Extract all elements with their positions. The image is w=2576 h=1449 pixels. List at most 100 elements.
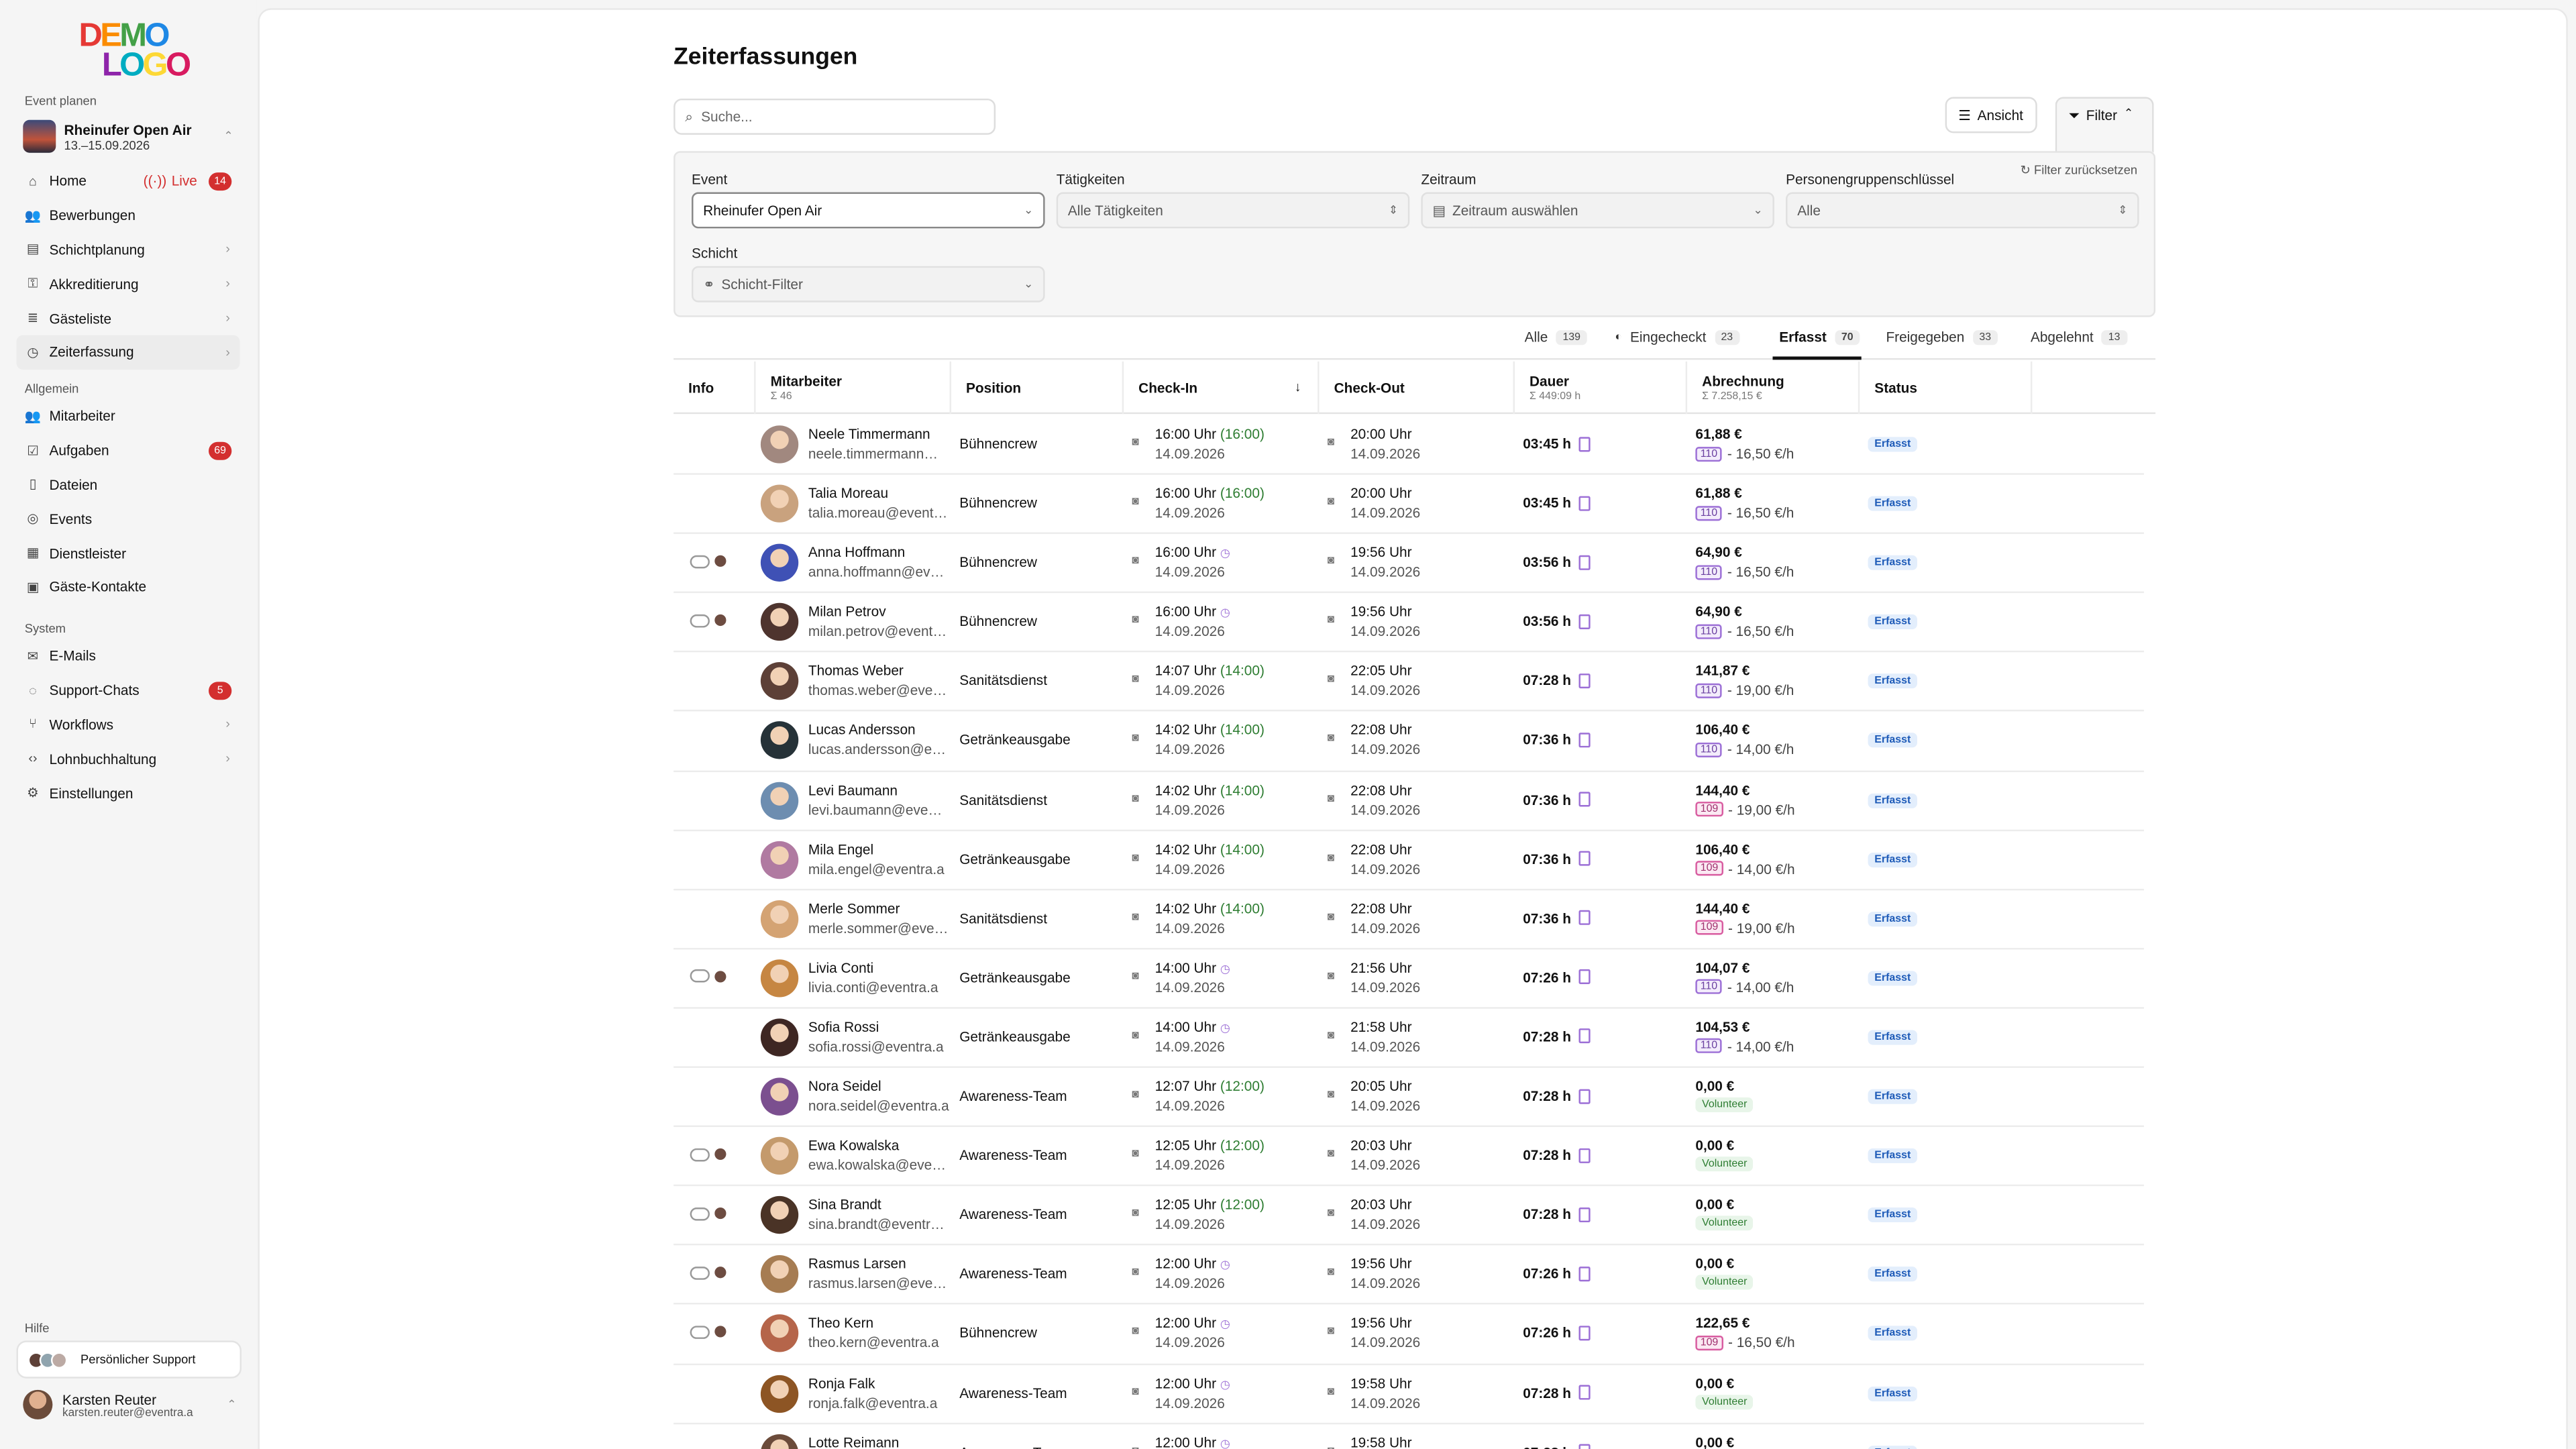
sidebar-item-home[interactable]: ⌂ Home ((·)) Live 14 [16, 164, 239, 199]
employee-name[interactable]: Livia Conti [808, 959, 873, 975]
employee-name[interactable]: Sina Brandt [808, 1196, 881, 1212]
filter-button[interactable]: ⏷ Filter ⌃ [2055, 97, 2154, 153]
sidebar-item-e-mails[interactable]: ✉ E-Mails [16, 639, 239, 674]
camera-icon[interactable]: ◙ [1132, 615, 1138, 627]
table-row[interactable]: Levi Baumann levi.baumann@eventra.a Sanitä… [674, 771, 2144, 831]
camera-icon[interactable]: ◙ [1132, 1326, 1138, 1338]
col-duration[interactable]: Dauer Σ 449:09 h [1515, 361, 1688, 415]
activities-select[interactable]: Alle Tätigkeiten ⇕ [1056, 192, 1410, 229]
camera-icon[interactable]: ◙ [1132, 733, 1138, 745]
document-icon[interactable] [1579, 910, 1591, 926]
tab-alle[interactable]: Alle 139 [1525, 329, 1587, 345]
table-row[interactable]: Sofia Rossi sofia.rossi@eventra.a Getränke… [674, 1009, 2144, 1068]
brand-logo[interactable]: DEMO LOGO [79, 19, 192, 84]
col-billing[interactable]: Abrechnung Σ 7.258,15 € [1687, 361, 1860, 415]
camera-icon[interactable]: ◙ [1132, 1148, 1138, 1160]
camera-icon[interactable]: ◙ [1328, 1148, 1334, 1160]
table-row[interactable]: Lucas Andersson lucas.andersson@eventra.a… [674, 712, 2144, 771]
sidebar-item-einstellungen[interactable]: ⚙ Einstellungen [16, 775, 239, 810]
camera-icon[interactable]: ◙ [1328, 852, 1334, 863]
table-row[interactable]: Neele Timmermann neele.timmermann@eventra… [674, 416, 2144, 475]
sidebar-item-dateien[interactable]: ▯ Dateien [16, 468, 239, 502]
camera-icon[interactable]: ◙ [1328, 912, 1334, 923]
col-checkin[interactable]: Check-In ↓ [1124, 361, 1320, 415]
camera-icon[interactable]: ◙ [1328, 1445, 1334, 1449]
sidebar-item-gästeliste[interactable]: ≣ Gästeliste › [16, 301, 239, 335]
camera-icon[interactable]: ◙ [1328, 1089, 1334, 1101]
table-row[interactable]: Nora Seidel nora.seidel@eventra.a Awarenes… [674, 1068, 2144, 1128]
tab-eingecheckt[interactable]: ◐ Eingecheckt 23 [1615, 329, 1739, 345]
camera-icon[interactable]: ◙ [1328, 555, 1334, 567]
period-select[interactable]: ▤ Zeitraum auswählen ⌄ [1421, 192, 1774, 229]
reset-filter-link[interactable]: ↻ Filter zurücksetzen [2020, 162, 2137, 177]
col-position[interactable]: Position [951, 361, 1124, 415]
table-row[interactable]: Milan Petrov milan.petrov@eventra.a Bühnen… [674, 594, 2144, 653]
employee-name[interactable]: Levi Baumann [808, 782, 898, 798]
employee-name[interactable]: Ronja Falk [808, 1375, 875, 1391]
info-indicators[interactable] [690, 553, 728, 569]
document-icon[interactable] [1579, 1088, 1591, 1104]
employee-name[interactable]: Merle Sommer [808, 900, 900, 916]
table-row[interactable]: Ewa Kowalska ewa.kowalska@eventra.a Awaren… [674, 1127, 2144, 1187]
table-row[interactable]: Mila Engel mila.engel@eventra.a Getränkeau… [674, 830, 2144, 890]
employee-name[interactable]: Nora Seidel [808, 1078, 881, 1094]
camera-icon[interactable]: ◙ [1132, 852, 1138, 863]
sidebar-item-gäste-kontakte[interactable]: ▣ Gäste-Kontakte [16, 570, 239, 604]
personal-support-button[interactable]: Persönlicher Support [16, 1340, 242, 1379]
camera-icon[interactable]: ◙ [1328, 1386, 1334, 1397]
employee-name[interactable]: Ewa Kowalska [808, 1137, 899, 1153]
camera-icon[interactable]: ◙ [1132, 971, 1138, 982]
table-row[interactable]: Ronja Falk ronja.falk@eventra.a Awareness-… [674, 1364, 2144, 1424]
tab-erfasst[interactable]: Erfasst 70 [1779, 329, 1860, 345]
table-row[interactable]: Thomas Weber thomas.weber@eventra.a Sanitä… [674, 653, 2144, 712]
sort-arrow-down-icon[interactable]: ↓ [1295, 380, 1301, 394]
sidebar-item-mitarbeiter[interactable]: 👥 Mitarbeiter [16, 399, 239, 433]
employee-name[interactable]: Talia Moreau [808, 485, 888, 501]
camera-icon[interactable]: ◙ [1328, 793, 1334, 804]
table-row[interactable]: Talia Moreau talia.moreau@eventra.a Bühnen… [674, 475, 2144, 535]
employee-name[interactable]: Milan Petrov [808, 603, 886, 619]
employee-name[interactable]: Thomas Weber [808, 663, 904, 679]
employee-name[interactable]: Mila Engel [808, 841, 873, 857]
sidebar-item-schichtplanung[interactable]: ▤ Schichtplanung › [16, 233, 239, 267]
info-indicators[interactable] [690, 969, 728, 984]
camera-icon[interactable]: ◙ [1328, 733, 1334, 745]
sidebar-item-akkreditierung[interactable]: ⚿ Akkreditierung › [16, 267, 239, 301]
table-row[interactable]: Anna Hoffmann anna.hoffmann@eventra.a Bühn… [674, 534, 2144, 594]
camera-icon[interactable]: ◙ [1132, 1386, 1138, 1397]
info-indicators[interactable] [690, 1146, 728, 1162]
document-icon[interactable] [1579, 495, 1591, 511]
tab-freigegeben[interactable]: Freigegeben 33 [1886, 329, 1998, 345]
sidebar-item-dienstleister[interactable]: ▦ Dienstleister [16, 536, 239, 570]
camera-icon[interactable]: ◙ [1328, 615, 1334, 627]
document-icon[interactable] [1579, 1207, 1591, 1222]
info-indicators[interactable] [690, 1265, 728, 1281]
employee-name[interactable]: Lucas Andersson [808, 722, 916, 738]
document-icon[interactable] [1579, 733, 1591, 748]
camera-icon[interactable]: ◙ [1132, 793, 1138, 804]
table-row[interactable]: Merle Sommer merle.sommer@eventra.a Sanitä… [674, 890, 2144, 950]
sidebar-item-support-chats[interactable]: ◌ Support-Chats 5 [16, 674, 239, 708]
document-icon[interactable] [1579, 969, 1591, 985]
camera-icon[interactable]: ◙ [1132, 496, 1138, 508]
document-icon[interactable] [1579, 673, 1591, 688]
employee-name[interactable]: Anna Hoffmann [808, 544, 905, 560]
camera-icon[interactable]: ◙ [1328, 971, 1334, 982]
camera-icon[interactable]: ◙ [1328, 1326, 1334, 1338]
table-row[interactable]: Sina Brandt sina.brandt@eventra.a Awarenes… [674, 1187, 2144, 1246]
camera-icon[interactable]: ◙ [1328, 437, 1334, 448]
document-icon[interactable] [1579, 1266, 1591, 1281]
info-indicators[interactable] [690, 1324, 728, 1340]
search-input[interactable]: ⌕ Suche... [674, 98, 996, 135]
document-icon[interactable] [1579, 1326, 1591, 1341]
document-icon[interactable] [1579, 1385, 1591, 1400]
document-icon[interactable] [1579, 436, 1591, 451]
camera-icon[interactable]: ◙ [1132, 437, 1138, 448]
user-menu[interactable]: Karsten Reuter karsten.reuter@eventra.a … [23, 1389, 237, 1419]
camera-icon[interactable]: ◙ [1132, 674, 1138, 686]
table-row[interactable]: Rasmus Larsen rasmus.larsen@eventra.a Awar… [674, 1246, 2144, 1305]
event-select[interactable]: Rheinufer Open Air ⌄ [692, 192, 1045, 229]
employee-name[interactable]: Theo Kern [808, 1315, 873, 1331]
employee-name[interactable]: Rasmus Larsen [808, 1256, 906, 1272]
camera-icon[interactable]: ◙ [1328, 1030, 1334, 1041]
